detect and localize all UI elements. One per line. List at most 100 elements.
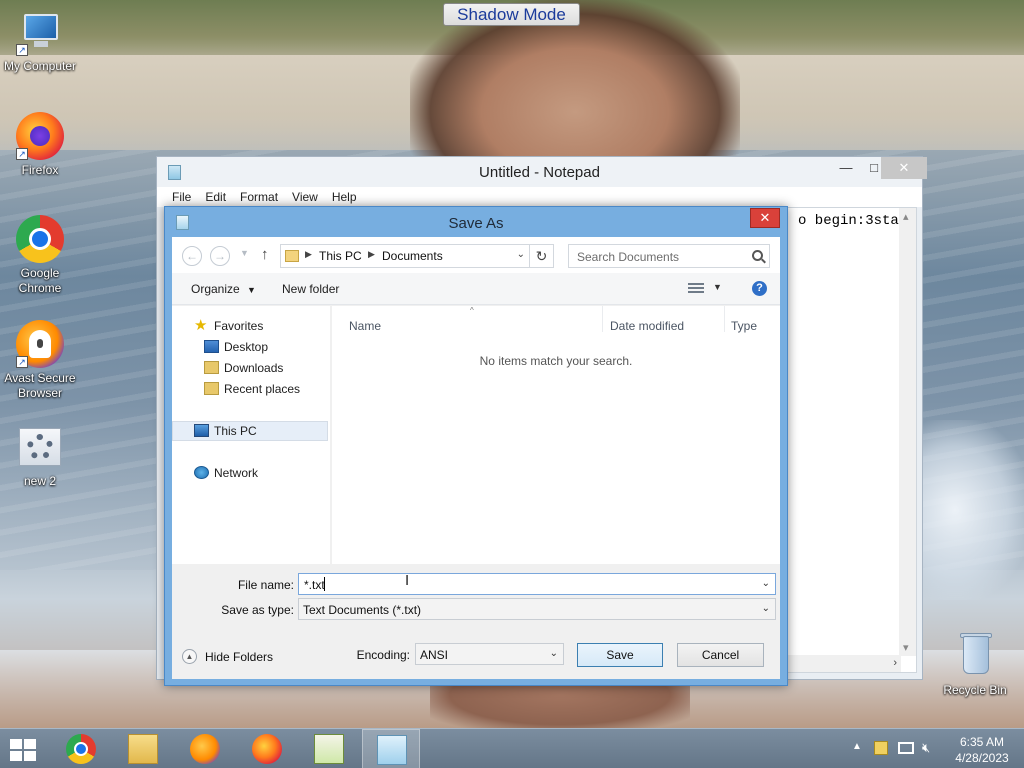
breadcrumb-documents[interactable]: Documents [382,249,443,263]
desktop-icon-chrome[interactable]: Google Chrome [0,215,80,296]
nav-item-label: Favorites [214,319,264,333]
dialog-body: ← → ▼ ↑ ▶ This PC ▶ Documents ⌄ ↻ Search… [172,237,780,679]
menu-help[interactable]: Help [325,187,364,207]
text-editor-icon [314,734,344,764]
refresh-icon[interactable]: ↻ [530,244,554,268]
search-icon [752,250,763,261]
network-status-icon[interactable] [898,742,914,754]
shortcut-arrow-icon: ↗ [16,356,28,368]
file-name-input[interactable]: *.txt ⌄ [298,573,776,595]
desktop-icon [204,340,219,353]
taskbar-firefox[interactable] [238,729,296,768]
notepad-text: o begin:3star [798,213,908,229]
chevron-down-icon[interactable]: ⌄ [517,249,525,260]
cancel-button[interactable]: Cancel [677,643,764,667]
navigation-pane[interactable]: ★ Favorites Desktop Downloads Recent pla… [172,306,330,564]
chevron-down-icon[interactable]: ⌄ [762,578,770,589]
recent-locations-chevron-icon[interactable]: ▼ [240,248,249,258]
nav-item-network[interactable]: Network [194,466,258,480]
desktop-icon-recycle-bin[interactable]: Recycle Bin [935,632,1015,698]
search-input[interactable]: Search Documents [568,244,770,268]
taskbar-text-editor[interactable] [300,729,358,768]
scroll-right-icon[interactable]: › [893,657,897,669]
breadcrumb-chevron-icon[interactable]: ▶ [368,249,375,260]
breadcrumb-chevron-icon[interactable]: ▶ [305,249,312,260]
dialog-toolbar: Organize ▼ New folder ▼ ? [172,273,780,305]
windows-start-icon[interactable] [10,739,38,761]
action-center-flag-icon[interactable] [874,741,888,755]
vertical-scrollbar[interactable]: ▴ ▾ [899,208,916,656]
desktop-icon-firefox[interactable]: ↗ Firefox [0,112,80,178]
new-folder-button[interactable]: New folder [282,282,339,296]
view-options-icon[interactable] [688,283,704,295]
nav-item-desktop[interactable]: Desktop [204,340,268,354]
dialog-titlebar[interactable]: Save As ✕ [165,207,787,237]
menu-view[interactable]: View [285,187,325,207]
wallpaper-person-lower [430,680,690,728]
nav-item-label: Downloads [224,361,284,375]
scroll-up-icon[interactable]: ▴ [903,210,909,223]
file-list-pane[interactable]: ^ Name Date modified Type No items match… [332,306,780,564]
save-as-dialog[interactable]: Save As ✕ ← → ▼ ↑ ▶ This PC ▶ Documents … [164,206,788,686]
view-chevron-down-icon[interactable]: ▼ [713,282,722,292]
column-divider[interactable] [602,306,603,332]
recent-places-icon [204,382,219,395]
back-arrow-icon[interactable]: ← [182,246,202,266]
empty-folder-message: No items match your search. [479,354,633,368]
column-header-name[interactable]: Name [349,319,381,333]
column-header-date-modified[interactable]: Date modified [610,319,684,333]
organize-button[interactable]: Organize ▼ [191,282,256,296]
scroll-down-icon[interactable]: ▾ [903,641,909,654]
minimize-button[interactable]: — [831,157,861,179]
file-explorer-icon [128,734,158,764]
address-bar[interactable]: ▶ This PC ▶ Documents ⌄ [280,244,530,268]
chevron-down-icon[interactable]: ⌄ [550,648,558,659]
nav-item-label: This PC [214,424,257,438]
downloads-folder-icon [204,361,219,374]
encoding-select[interactable]: ANSI ⌄ [415,643,564,665]
desktop-icon-label: Recycle Bin [943,683,1007,697]
dialog-close-button[interactable]: ✕ [750,208,780,228]
nav-item-recent-places[interactable]: Recent places [204,382,300,396]
volume-muted-icon[interactable]: 🔇︎ [922,740,930,768]
notepad-title: Untitled - Notepad [479,164,600,181]
nav-item-favorites[interactable]: ★ Favorites [194,318,264,333]
taskbar-clock[interactable]: 6:35 AM 4/28/2023 [942,734,1022,766]
desktop-icon-new-2[interactable]: new 2 [0,428,80,489]
notepad-icon [377,735,407,765]
forward-arrow-icon[interactable]: → [210,246,230,266]
search-placeholder: Search Documents [577,250,680,264]
shadow-mode-banner[interactable]: Shadow Mode [443,3,580,26]
nav-item-this-pc[interactable]: This PC [194,424,257,438]
desktop-icon-avast[interactable]: ↗ Avast Secure Browser [0,320,80,401]
up-arrow-icon[interactable]: ↑ [261,246,269,263]
desktop-icon-label: Google Chrome [18,266,62,295]
taskbar-avast[interactable] [176,729,234,768]
hide-folders-button[interactable]: ▲ Hide Folders [182,649,273,664]
save-as-type-select[interactable]: Text Documents (*.txt) ⌄ [298,598,776,620]
save-button[interactable]: Save [577,643,663,667]
menu-format[interactable]: Format [233,187,285,207]
chevron-up-icon: ▲ [182,649,197,664]
column-header-type[interactable]: Type [731,319,757,333]
desktop-icon-my-computer[interactable]: ↗ My Computer [0,8,80,74]
show-hidden-icons-icon[interactable]: ▲ [852,741,862,768]
close-button[interactable]: ✕ [881,157,927,179]
computer-icon [194,424,209,437]
column-divider[interactable] [724,306,725,332]
chevron-down-icon[interactable]: ⌄ [762,603,770,614]
sort-ascending-icon: ^ [470,306,474,315]
help-icon[interactable]: ? [752,281,767,296]
settings-file-icon [19,428,61,466]
taskbar-notepad[interactable] [362,729,420,768]
breadcrumb-this-pc[interactable]: This PC [319,249,362,263]
notepad-titlebar[interactable]: Untitled - Notepad — □ ✕ [157,157,927,187]
avast-icon: ↗ [16,320,64,368]
menu-file[interactable]: File [165,187,198,207]
taskbar-chrome[interactable] [52,729,110,768]
nav-item-downloads[interactable]: Downloads [204,361,284,375]
taskbar-file-explorer[interactable] [114,729,172,768]
menu-edit[interactable]: Edit [198,187,233,207]
save-as-type-label: Save as type: [221,603,294,617]
file-name-value: *.txt [304,578,325,592]
